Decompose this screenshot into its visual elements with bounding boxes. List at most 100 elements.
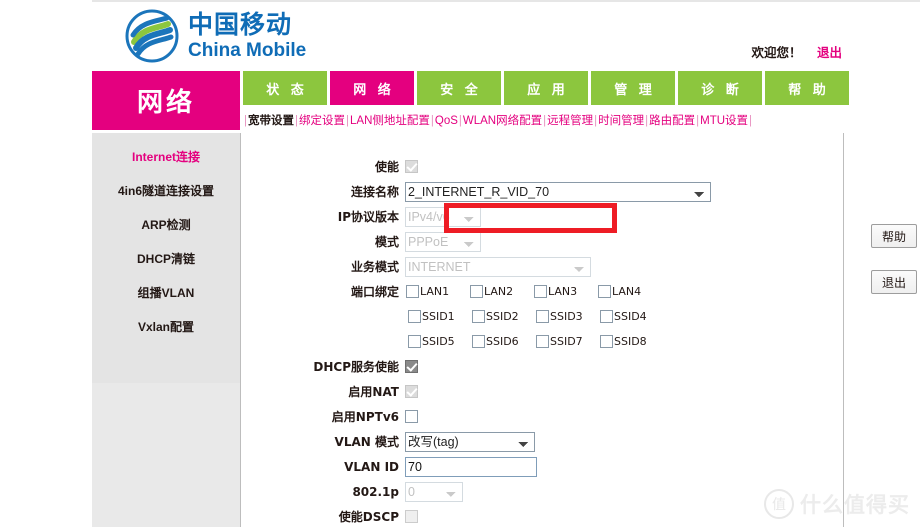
brand-logo: 中国移动 China Mobile <box>124 8 306 64</box>
china-mobile-logo-icon <box>124 8 180 64</box>
tab-3[interactable]: 应 用 <box>504 71 588 105</box>
enable-nat-checkbox[interactable] <box>405 385 418 398</box>
lan-checkbox-2[interactable] <box>534 285 547 298</box>
dhcp-service-checkbox[interactable] <box>405 360 418 373</box>
lan-item-3[interactable]: LAN4 <box>597 285 661 298</box>
sidebar-item-3[interactable]: DHCP清链 <box>92 241 240 275</box>
form-row-dhcp-service: DHCP服务使能 <box>241 355 843 378</box>
enable-nptv6-checkbox[interactable] <box>405 410 418 423</box>
ssid1-item-1[interactable]: SSID2 <box>471 310 535 323</box>
tab-2[interactable]: 安 全 <box>417 71 501 105</box>
ssid2-item-2[interactable]: SSID7 <box>535 335 599 348</box>
sidebar-item-1[interactable]: 4in6隧道连接设置 <box>92 173 240 207</box>
form-row-ssid-row2: SSID5 SSID6 SSID7 SSID8 <box>241 330 843 353</box>
subnav-separator: | <box>543 115 547 127</box>
enable-dscp-checkbox[interactable] <box>405 510 418 523</box>
dot1p-label: 802.1p <box>352 484 399 499</box>
vlan-id-input[interactable] <box>405 456 537 477</box>
subnav-item-7[interactable]: 路由配置 <box>649 115 695 127</box>
ip-version-select[interactable]: IPv4/v6 <box>405 206 481 227</box>
form-row-enable: 使能 <box>241 155 843 178</box>
ssid2-item-3[interactable]: SSID8 <box>599 335 663 348</box>
side-button-group: 帮助 退出 <box>871 224 917 294</box>
subnav-item-0[interactable]: 宽带设置 <box>248 115 294 127</box>
lan-label-3: LAN4 <box>612 285 642 298</box>
subnav-bar: |宽带设置|绑定设置|LAN侧地址配置|QoS|WLAN网络配置|远程管理|时间… <box>243 112 753 128</box>
brand-name-en: China Mobile <box>188 40 307 61</box>
lan-checkbox-0[interactable] <box>406 285 419 298</box>
tab-4[interactable]: 管 理 <box>591 71 675 105</box>
ssid1-item-0[interactable]: SSID1 <box>407 310 471 323</box>
ssid1-checkbox-1[interactable] <box>472 310 485 323</box>
lan-checkbox-1[interactable] <box>470 285 483 298</box>
port-binding-label: 端口绑定 <box>350 285 399 299</box>
connection-name-select[interactable]: 2_INTERNET_R_VID_70 <box>405 181 711 202</box>
lan-item-1[interactable]: LAN2 <box>469 285 533 298</box>
form-row-enable-nat: 启用NAT <box>241 380 843 403</box>
ssid1-checkbox-3[interactable] <box>600 310 613 323</box>
service-mode-select[interactable]: INTERNET <box>405 256 591 277</box>
logout-link[interactable]: 退出 <box>817 46 842 60</box>
ssid1-item-3[interactable]: SSID4 <box>599 310 663 323</box>
lan-item-0[interactable]: LAN1 <box>405 285 469 298</box>
tab-6[interactable]: 帮 助 <box>765 71 849 105</box>
mode-select[interactable]: PPPoE <box>405 231 481 252</box>
enable-dscp-label: 使能DSCP <box>338 510 399 524</box>
sidebar-menu: Internet连接 4in6隧道连接设置 ARP检测 DHCP清链 组播VLAN Vxl… <box>92 133 240 343</box>
form-row-vlan-id: VLAN ID <box>241 455 843 478</box>
form-row-ip-version: IP协议版本 IPv4/v6 <box>241 205 843 228</box>
form-row-connection-name: 连接名称 2_INTERNET_R_VID_70 <box>241 180 843 203</box>
ssid2-checkbox-2[interactable] <box>536 335 549 348</box>
tab-5[interactable]: 诊 断 <box>678 71 762 105</box>
vlan-mode-select[interactable]: 改写(tag) <box>405 431 535 452</box>
subnav-separator: | <box>696 115 700 127</box>
form-row-enable-dscp: 使能DSCP <box>241 505 843 527</box>
ssid2-item-0[interactable]: SSID5 <box>407 335 471 348</box>
subnav-item-3[interactable]: QoS <box>435 115 458 127</box>
tab-1[interactable]: 网 络 <box>330 71 414 105</box>
subnav-item-1[interactable]: 绑定设置 <box>299 115 345 127</box>
brand-logo-text: 中国移动 China Mobile <box>188 12 306 60</box>
main-tab-bar: 状 态网 络安 全应 用管 理诊 断帮 助 <box>243 71 849 105</box>
subnav-item-6[interactable]: 时间管理 <box>598 115 644 127</box>
form-row-ssid-row1: SSID1 SSID2 SSID3 SSID4 <box>241 305 843 328</box>
watermark: 值 什么值得买 <box>764 489 910 519</box>
help-button[interactable]: 帮助 <box>871 224 917 248</box>
ssid2-checkbox-3[interactable] <box>600 335 613 348</box>
sidebar-item-5[interactable]: Vxlan配置 <box>92 309 240 343</box>
tab-0[interactable]: 状 态 <box>243 71 327 105</box>
ssid2-item-1[interactable]: SSID6 <box>471 335 535 348</box>
sidebar-menu-block: Internet连接 4in6隧道连接设置 ARP检测 DHCP清链 组播VLAN Vxl… <box>92 133 240 383</box>
lan-checkbox-3[interactable] <box>598 285 611 298</box>
lan-item-2[interactable]: LAN3 <box>533 285 597 298</box>
ssid1-checkbox-0[interactable] <box>408 310 421 323</box>
content-right-gutter <box>844 133 920 527</box>
subnav-separator: | <box>594 115 598 127</box>
enable-checkbox[interactable] <box>405 160 418 173</box>
subnav-item-4[interactable]: WLAN网络配置 <box>463 115 542 127</box>
dot1p-select[interactable]: 0 <box>405 481 463 502</box>
enable-nat-label: 启用NAT <box>348 385 399 399</box>
ssid1-item-2[interactable]: SSID3 <box>535 310 599 323</box>
subnav-item-2[interactable]: LAN侧地址配置 <box>350 115 430 127</box>
sidebar-item-4[interactable]: 组播VLAN <box>92 275 240 309</box>
dhcp-service-label: DHCP服务使能 <box>313 360 399 374</box>
ssid2-checkbox-0[interactable] <box>408 335 421 348</box>
vlan-mode-label: VLAN 模式 <box>334 435 399 449</box>
welcome-bar: 欢迎您！ 退出 <box>751 42 842 61</box>
ssid1-checkbox-2[interactable] <box>536 310 549 323</box>
watermark-text: 什么值得买 <box>800 493 910 517</box>
exit-button[interactable]: 退出 <box>871 270 917 294</box>
ssid2-label-3: SSID8 <box>614 335 647 348</box>
ip-version-label: IP协议版本 <box>337 210 399 224</box>
ssid2-label-0: SSID5 <box>422 335 455 348</box>
ssid1-label-2: SSID3 <box>550 310 583 323</box>
subnav-item-5[interactable]: 远程管理 <box>547 115 593 127</box>
ssid2-checkbox-1[interactable] <box>472 335 485 348</box>
sidebar-item-0[interactable]: Internet连接 <box>92 139 240 173</box>
subnav-item-8[interactable]: MTU设置 <box>700 115 748 127</box>
enable-label: 使能 <box>374 160 399 174</box>
page-top-divider <box>92 0 920 2</box>
sidebar-item-2[interactable]: ARP检测 <box>92 207 240 241</box>
ssid1-label-1: SSID2 <box>486 310 519 323</box>
